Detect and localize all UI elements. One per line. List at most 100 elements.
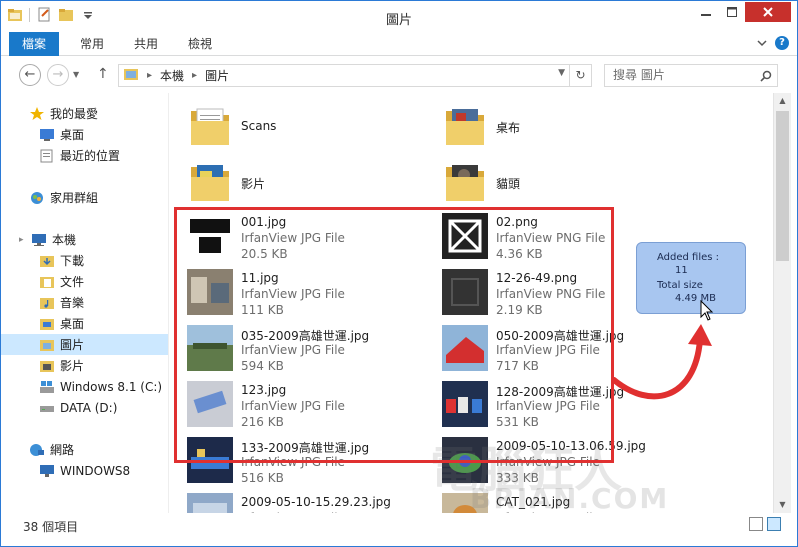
sidebar-item-downloads[interactable]: 下載 [1,250,168,271]
image-thumbnail [187,437,233,483]
refresh-button[interactable]: ↻ [569,65,591,86]
scroll-up-icon[interactable]: ▲ [774,93,791,109]
ribbon-tabs: 檔案 常用 共用 檢視 ? [1,32,797,56]
sidebar-item-label: 家用群組 [50,191,99,205]
address-dropdown-icon[interactable]: ▼ [558,68,565,78]
sidebar-item-desktop-folder[interactable]: 桌面 [1,313,168,334]
sidebar-item-label: 桌面 [60,317,85,331]
network-icon [29,443,45,457]
file-item[interactable]: 11.jpg IrfanView JPG File 111 KB [169,265,419,319]
sidebar-item-pictures[interactable]: 圖片 [1,334,168,355]
image-thumbnail [442,493,488,513]
image-thumbnail [187,381,233,427]
file-type: IrfanView PNG File [496,287,606,301]
folder-item[interactable]: Scans [169,99,419,153]
vertical-scrollbar[interactable]: ▲ ▼ [773,93,791,513]
image-thumbnail [442,381,488,427]
file-type: IrfanView JPG File [496,511,600,513]
search-input[interactable]: 搜尋 圖片 [604,64,778,87]
file-type: IrfanView JPG File [241,287,345,301]
maximize-button[interactable] [719,2,745,22]
folder-name: 影片 [241,177,266,191]
sidebar-item-label: 我的最愛 [50,107,99,121]
up-button[interactable]: ↑ [97,66,109,82]
breadcrumb-segment[interactable]: 本機 [160,67,184,84]
file-name: 12-26-49.png [496,271,578,285]
tab-share[interactable]: 共用 [123,32,169,56]
file-type: IrfanView JPG File [241,231,345,245]
sidebar-item-desktop[interactable]: 桌面 [1,124,168,145]
downloads-folder-icon [39,254,55,268]
added-files-label: Added files : [657,252,720,263]
forward-arrow-icon: → [52,67,64,82]
folder-item[interactable]: 貓頭 [424,155,674,209]
added-files-count: 11 [675,265,688,276]
expand-ribbon-icon[interactable] [757,38,767,48]
sidebar-item-windows8[interactable]: WINDOWS8 [1,460,168,481]
file-size: 516 KB [241,471,284,485]
file-name: 02.png [496,215,538,229]
sidebar-item-this-pc[interactable]: ▸ 本機 [1,229,168,250]
navigation-bar: ← → ▼ ↑ ▸ 本機 ▸ 圖片 ▼ ↻ 搜尋 圖片 [1,57,797,93]
image-thumbnail [442,325,488,371]
scroll-down-icon[interactable]: ▼ [774,497,791,513]
folder-name: 貓頭 [496,177,521,191]
file-item[interactable]: 133-2009高雄世運.jpg IrfanView JPG File 516 … [169,433,419,487]
address-bar[interactable]: ▸ 本機 ▸ 圖片 ▼ ↻ [118,64,592,87]
sidebar-item-network[interactable]: 網路 [1,439,168,460]
up-arrow-icon: ↑ [97,66,109,82]
forward-button[interactable]: → [47,64,69,86]
sidebar-item-label: 圖片 [60,338,85,352]
folder-item[interactable]: 桌布 [424,99,674,153]
large-icons-view-icon[interactable] [767,517,781,531]
close-button[interactable] [745,2,791,22]
sidebar-item-homegroup[interactable]: 家用群組 [1,187,168,208]
file-type: IrfanView PNG File [496,231,606,245]
sidebar-item-label: 影片 [60,359,85,373]
window-controls [693,2,791,22]
total-size-label: Total size [657,280,703,291]
recent-places-icon [39,149,55,163]
sidebar-item-drive-c[interactable]: Windows 8.1 (C:) [1,376,168,397]
tab-home[interactable]: 常用 [69,32,115,56]
search-icon[interactable] [760,65,772,89]
sidebar-item-music[interactable]: 音樂 [1,292,168,313]
tab-view[interactable]: 檢視 [177,32,223,56]
tab-file[interactable]: 檔案 [9,32,59,56]
file-type: IrfanView JPG File [496,399,600,413]
minimize-icon [701,14,711,16]
sidebar-item-favorites[interactable]: 我的最愛 [1,103,168,124]
sidebar-item-recent[interactable]: 最近的位置 [1,145,168,166]
sidebar-item-videos[interactable]: 影片 [1,355,168,376]
file-item[interactable]: 2009-05-10-15.29.23.jpg IrfanView JPG Fi… [169,489,419,513]
folder-item[interactable]: 影片 [169,155,419,209]
file-item[interactable]: 035-2009高雄世運.jpg IrfanView JPG File 594 … [169,321,419,375]
file-size: 717 KB [496,359,539,373]
file-item[interactable]: 123.jpg IrfanView JPG File 216 KB [169,377,419,431]
file-item[interactable]: CAT_021.jpg IrfanView JPG File [424,489,674,513]
breadcrumb-segment[interactable]: 圖片 [205,67,229,84]
file-name: 001.jpg [241,215,287,229]
recent-locations-icon[interactable]: ▼ [73,70,79,79]
sidebar-item-drive-d[interactable]: DATA (D:) [1,397,168,418]
file-name: 2009-05-10-13.06.59.jpg [496,439,646,453]
drag-tooltip: Added files : 11 Total size 4.49 MB [636,242,746,314]
sidebar-item-label: 音樂 [60,296,85,310]
file-item[interactable]: 2009-05-10-13.06.59.jpg IrfanView JPG Fi… [424,433,674,487]
folder-name: 桌布 [496,121,521,135]
expand-chevron-icon[interactable]: ▸ [19,235,29,245]
file-name: 133-2009高雄世運.jpg [241,441,370,455]
back-button[interactable]: ← [19,64,41,86]
details-view-icon[interactable] [749,517,763,531]
file-name: 11.jpg [241,271,279,285]
sidebar-item-documents[interactable]: 文件 [1,271,168,292]
back-arrow-icon: ← [24,67,36,82]
file-item[interactable]: 001.jpg IrfanView JPG File 20.5 KB [169,209,419,263]
help-icon[interactable]: ? [775,36,789,50]
refresh-icon: ↻ [575,68,586,82]
scrollbar-thumb[interactable] [776,111,789,261]
computer-icon [31,233,47,247]
sidebar-item-label: 文件 [60,275,85,289]
file-size: 594 KB [241,359,284,373]
minimize-button[interactable] [693,2,719,22]
